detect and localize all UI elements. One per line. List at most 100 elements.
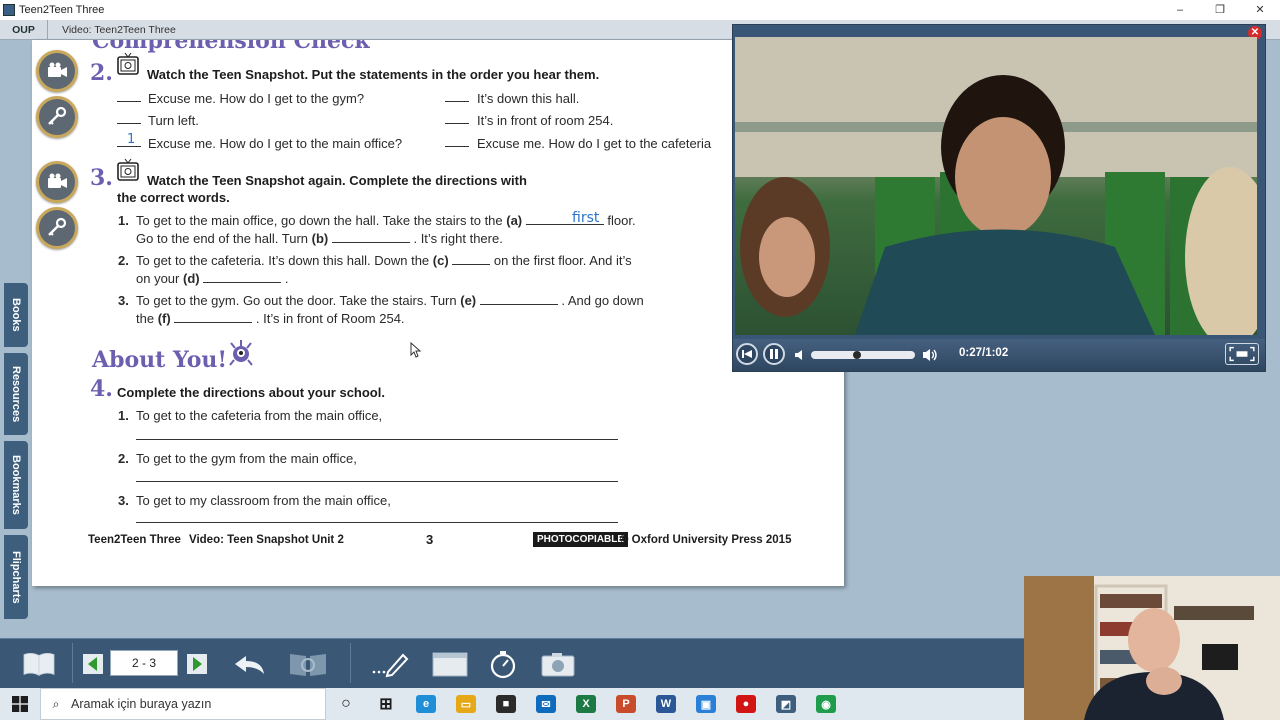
record-icon[interactable]: ● — [726, 688, 766, 720]
start-button[interactable] — [0, 688, 40, 720]
order-blank[interactable] — [445, 89, 469, 102]
spread-view-button[interactable] — [286, 648, 330, 680]
webcam-overlay — [1024, 576, 1280, 720]
direction-text: To get to the main office, go down the h… — [136, 213, 507, 228]
oup-brand[interactable]: OUP — [0, 19, 48, 40]
item-number: 3. — [118, 293, 129, 308]
remote-desktop-icon-glyph: ▣ — [696, 695, 716, 713]
volume-low-icon[interactable] — [793, 348, 807, 362]
prompt-text: To get to my classroom from the main off… — [136, 493, 391, 508]
order-blank[interactable] — [445, 134, 469, 147]
task-view-icon[interactable]: ⊞ — [366, 688, 406, 720]
whiteboard-button[interactable] — [432, 648, 468, 680]
restore-button[interactable]: ❐ — [1200, 0, 1240, 20]
minimize-button[interactable]: – — [1160, 0, 1200, 20]
exercise-3-instruction: Watch the Teen Snapshot again. Complete … — [147, 173, 527, 188]
window-panel-icon — [432, 652, 468, 677]
sidetab-books[interactable]: Books — [4, 283, 28, 347]
direction-text: on the first floor. And it’s — [490, 253, 632, 268]
pen-tool-button[interactable] — [368, 648, 410, 680]
video-timecode: 0:27/1:02 — [959, 347, 1009, 359]
statement-text: It’s in front of room 254. — [477, 113, 614, 128]
book-button[interactable] — [20, 648, 58, 680]
copyright: © Oxford University Press 2015 — [620, 534, 792, 546]
exercise-4-number: 4. — [90, 376, 113, 402]
answer-key-button-ex3[interactable] — [36, 207, 78, 249]
skip-back-button[interactable] — [736, 343, 758, 365]
order-blank[interactable] — [445, 111, 469, 124]
statement-text: Excuse me. How do I get to the cafeteria — [477, 136, 712, 151]
video-camera-icon — [48, 173, 67, 188]
excel-icon-glyph: X — [576, 695, 596, 713]
book-page: Comprehension Check 2. Watch the Teen Sn… — [32, 40, 844, 586]
order-blank[interactable] — [117, 111, 141, 124]
store-icon[interactable]: ■ — [486, 688, 526, 720]
back-button[interactable] — [232, 648, 268, 680]
item-number: 1. — [118, 213, 129, 228]
tab-video[interactable]: Video: Teen2Teen Three — [48, 20, 190, 40]
order-blank[interactable] — [117, 89, 141, 102]
edge-icon[interactable]: e — [406, 688, 446, 720]
next-page-button[interactable] — [186, 648, 208, 680]
windows-logo-icon — [12, 696, 28, 712]
video-frame[interactable] — [735, 37, 1257, 335]
word-icon-glyph: W — [656, 695, 676, 713]
double-page-icon — [290, 654, 326, 676]
close-button[interactable]: ✕ — [1240, 0, 1280, 20]
excel-icon[interactable]: X — [566, 688, 606, 720]
blank-label: (d) — [182, 271, 200, 286]
sidetab-bookmarks[interactable]: Bookmarks — [4, 441, 28, 529]
answer-line[interactable] — [136, 481, 618, 482]
volume-high-icon[interactable] — [921, 347, 939, 363]
answer-blank-f[interactable] — [174, 310, 253, 323]
direction-text: the — [136, 311, 158, 326]
footer-video-title: Video: Teen Snapshot Unit 2 — [189, 534, 344, 546]
file-explorer-icon[interactable]: ▭ — [446, 688, 486, 720]
powerpoint-icon[interactable]: P — [606, 688, 646, 720]
video-controls: 0:27/1:02 — [733, 339, 1265, 371]
pause-button[interactable] — [763, 343, 785, 365]
remote-desktop-icon[interactable]: ▣ — [686, 688, 726, 720]
answer-blank-d[interactable] — [203, 270, 282, 283]
taskbar-search[interactable]: ⌕ Aramak için buraya yazın — [40, 688, 326, 720]
direction-line: the (f) . It’s in front of Room 254. — [136, 310, 405, 327]
tv-icon — [117, 52, 139, 75]
arrow-right-icon — [187, 654, 207, 674]
teen2teen-app-icon[interactable]: ◩ — [766, 688, 806, 720]
answer-blank-e[interactable] — [479, 292, 558, 305]
mouse-cursor-icon — [410, 342, 422, 358]
fullscreen-button[interactable] — [1225, 343, 1259, 365]
video-button-ex2[interactable] — [36, 50, 78, 92]
previous-page-button[interactable] — [82, 648, 104, 680]
seek-thumb[interactable] — [853, 351, 861, 359]
sidetab-label: Flipcharts — [10, 550, 22, 604]
word-icon[interactable]: W — [646, 688, 686, 720]
direction-line: To get to the main office, go down the h… — [136, 212, 636, 229]
item-number: 3. — [118, 493, 129, 508]
answer-line[interactable] — [136, 439, 618, 440]
arrow-left-icon — [83, 654, 103, 674]
camera-app-icon[interactable]: ◉ — [806, 688, 846, 720]
record-icon-glyph: ● — [736, 695, 756, 713]
windows-taskbar: ⌕ Aramak için buraya yazın ○ ⊞ e ▭ ■ ✉ X P W ▣ ● ◩ ◉ — [0, 688, 1024, 720]
answer-blank-b[interactable] — [331, 230, 410, 243]
screenshot-button[interactable] — [540, 648, 576, 680]
seek-slider[interactable] — [811, 351, 915, 359]
search-icon: ⌕ — [52, 696, 60, 711]
video-button-ex3[interactable] — [36, 161, 78, 203]
answer-key-button-ex2[interactable] — [36, 96, 78, 138]
blank-label: (c) — [432, 253, 449, 268]
answer-blank-c[interactable] — [452, 252, 491, 265]
direction-text: . It’s in front of Room 254. — [252, 311, 405, 326]
sidetab-resources[interactable]: Resources — [4, 353, 28, 435]
cortana-icon[interactable]: ○ — [326, 688, 366, 720]
bottom-toolbar: 2 - 3 — [0, 638, 1024, 688]
camera-app-icon-glyph: ◉ — [816, 695, 836, 713]
sidetab-flipcharts[interactable]: Flipcharts — [4, 535, 28, 619]
answer-line[interactable] — [136, 522, 618, 523]
statement-text: Excuse me. How do I get to the main offi… — [148, 136, 403, 151]
page-number-field[interactable]: 2 - 3 — [110, 650, 178, 676]
mail-icon[interactable]: ✉ — [526, 688, 566, 720]
exercise-3-instruction-cont: the correct words. — [117, 190, 230, 205]
timer-button[interactable] — [488, 648, 518, 680]
